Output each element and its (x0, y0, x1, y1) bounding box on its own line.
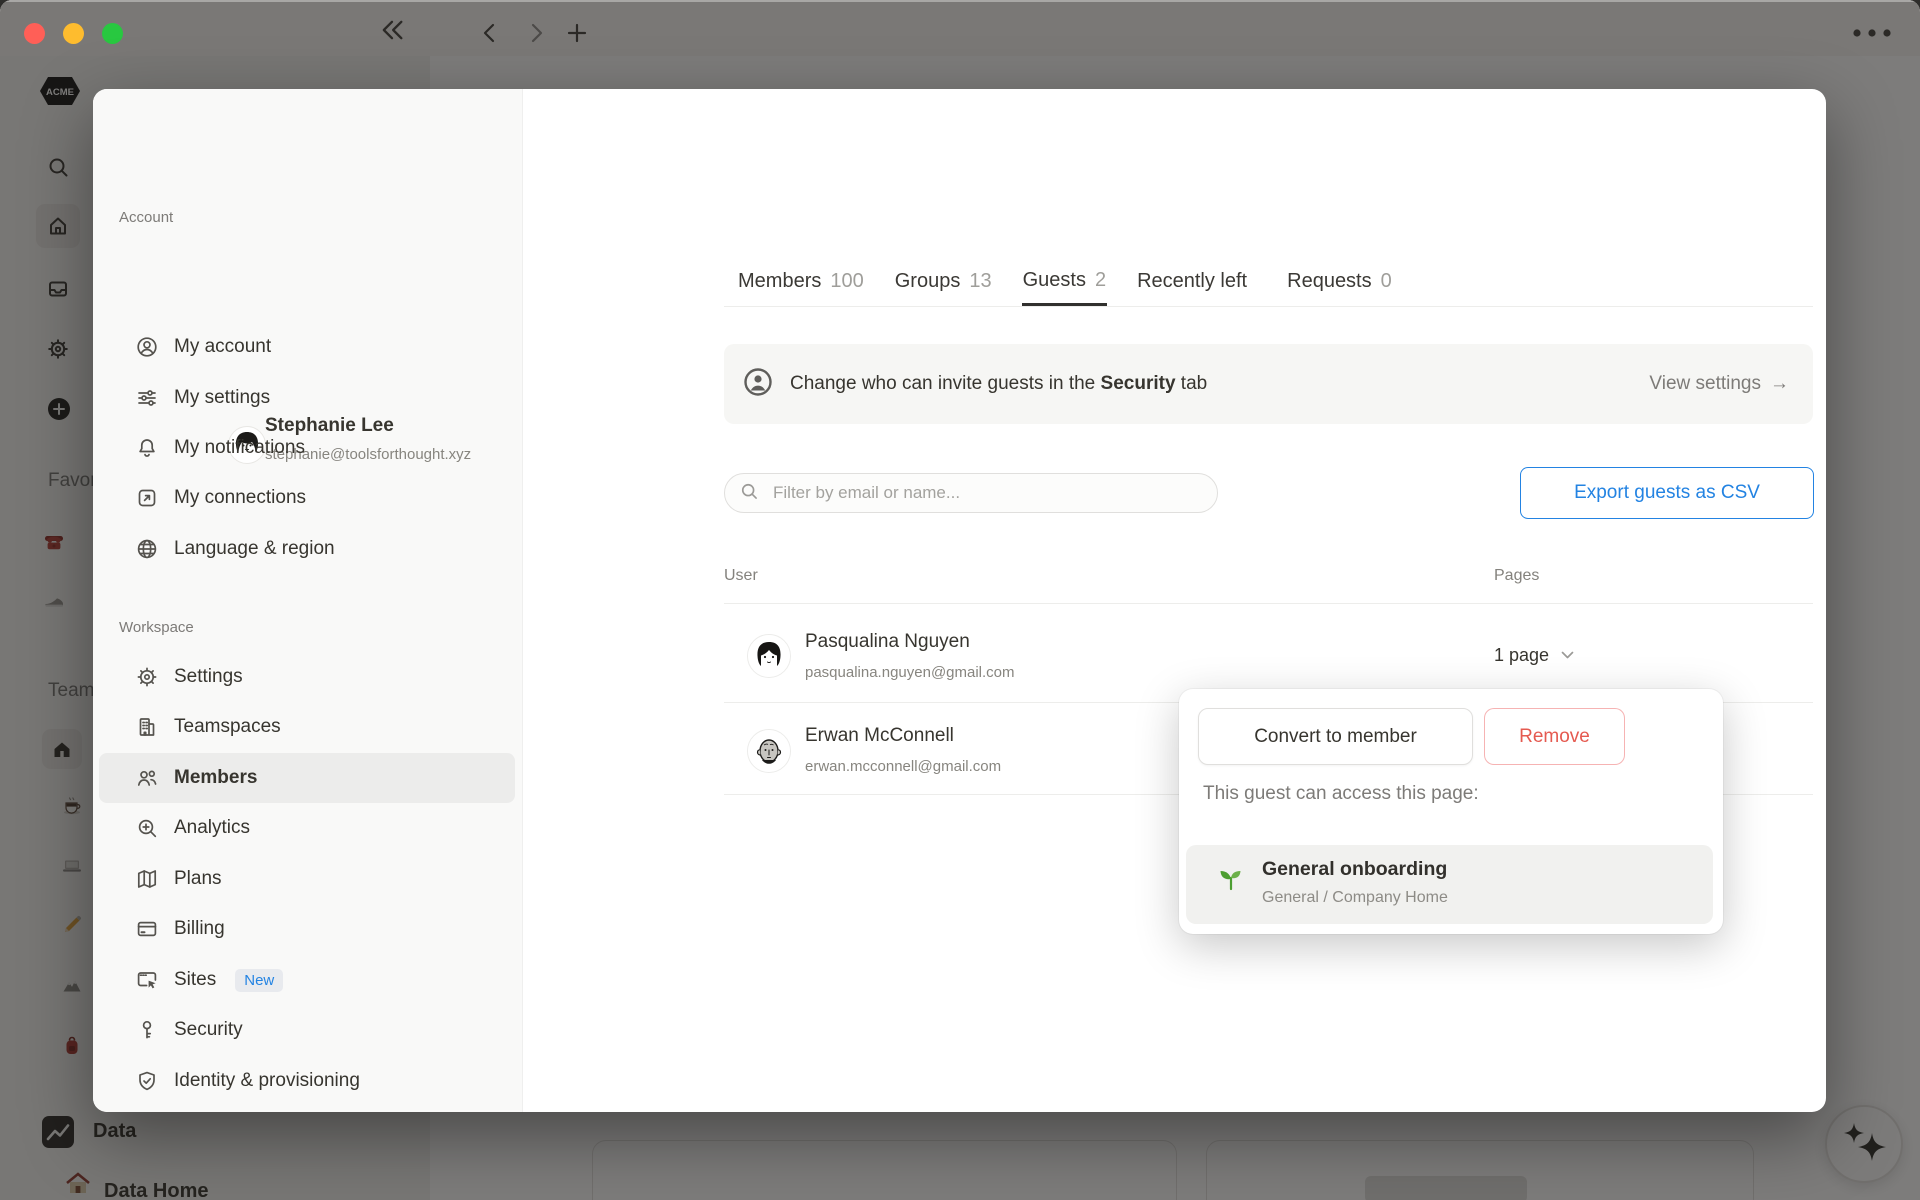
tab-groups[interactable]: Groups 13 (894, 239, 993, 306)
bell-icon (135, 436, 159, 460)
sidebar-item-label: Members (174, 767, 258, 788)
person-circle-icon (135, 335, 159, 359)
new-badge: New (235, 968, 284, 992)
tab-guests[interactable]: Guests 2 (1021, 239, 1108, 306)
chart-search-icon (135, 816, 159, 840)
guest-filter-input[interactable] (771, 482, 1171, 504)
workspace-section-header: Workspace (119, 619, 194, 636)
column-header-user: User (724, 567, 758, 584)
minimize-button[interactable] (63, 23, 84, 44)
key-icon (135, 1018, 159, 1042)
sidebar-item-my-settings[interactable]: My settings (99, 373, 515, 423)
page-title: General onboarding (1262, 858, 1448, 880)
sidebar-item-plans[interactable]: Plans (99, 854, 515, 904)
column-header-pages: Pages (1494, 567, 1540, 584)
sidebar-item-settings[interactable]: Settings (99, 652, 515, 702)
account-user-row[interactable]: Stephanie Lee stephanie@toolsforthought.… (93, 249, 523, 464)
account-section-header: Account (119, 209, 174, 226)
sidebar-item-label: Plans (174, 868, 222, 889)
sidebar-item-label: My settings (174, 387, 271, 408)
sidebar-item-my-connections[interactable]: My connections (99, 473, 515, 523)
sidebar-item-label: Settings (174, 666, 243, 687)
view-settings-link[interactable]: View settings → (1649, 373, 1789, 395)
sliders-icon (135, 386, 159, 410)
globe-icon (135, 537, 159, 561)
credit-card-icon (135, 917, 159, 941)
sidebar-item-label: Identity & provisioning (174, 1070, 360, 1091)
screen: ACME Favorites Teamspaces (0, 0, 1920, 1200)
sidebar-item-label: Teamspaces (174, 716, 281, 737)
pages-dropdown[interactable]: 1 page (1494, 645, 1574, 666)
members-tabs: Members 100 Groups 13 Guests 2 Recently lef… (724, 239, 1813, 307)
browser-cursor-icon (135, 968, 159, 992)
sidebar-item-my-account[interactable]: My account (99, 322, 515, 372)
avatar (747, 729, 791, 773)
convert-to-member-button[interactable]: Convert to member (1198, 708, 1473, 765)
close-button[interactable] (24, 23, 45, 44)
sidebar-item-label: My connections (174, 487, 307, 508)
arrow-right-icon: → (1770, 373, 1789, 394)
sidebar-item-label: Billing (174, 918, 225, 939)
sidebar-item-sites[interactable]: Sites New (99, 955, 515, 1005)
shield-check-icon (135, 1069, 159, 1093)
page-path: General / Company Home (1262, 889, 1448, 906)
seedling-icon (1216, 863, 1246, 898)
gear-icon (135, 665, 159, 689)
sidebar-item-security[interactable]: Security (99, 1005, 515, 1055)
avatar (747, 634, 791, 678)
external-link-icon (135, 486, 159, 510)
window-top-edge (0, 0, 1920, 2)
sidebar-item-my-notifications[interactable]: My notifications (99, 423, 515, 473)
sidebar-item-label: Security (174, 1019, 243, 1040)
guest-filter (724, 473, 1218, 513)
table-divider (724, 603, 1813, 604)
fullscreen-button[interactable] (102, 23, 123, 44)
sidebar-item-language-region[interactable]: Language & region (99, 524, 515, 574)
sidebar-item-label: My account (174, 336, 272, 357)
guest-actions-popover: Convert to member Remove This guest can … (1179, 689, 1723, 934)
building-icon (135, 715, 159, 739)
chevron-down-icon (1561, 651, 1574, 659)
tab-recently-left[interactable]: Recently left (1136, 239, 1257, 306)
search-icon (739, 481, 759, 506)
guests-info-banner: Change who can invite guests in the Secu… (724, 344, 1813, 424)
sidebar-item-label: My notifications (174, 437, 305, 458)
sidebar-item-teamspaces[interactable]: Teamspaces (99, 702, 515, 752)
remove-guest-button[interactable]: Remove (1484, 708, 1625, 765)
export-guests-button[interactable]: Export guests as CSV (1520, 467, 1814, 519)
person-badge-icon (742, 366, 774, 403)
people-icon (135, 766, 159, 790)
banner-text: Change who can invite guests in the Secu… (790, 373, 1208, 394)
sidebar-item-billing[interactable]: Billing (99, 904, 515, 954)
tab-requests[interactable]: Requests 0 (1286, 239, 1393, 306)
popover-caption: This guest can access this page: (1203, 783, 1479, 804)
sidebar-item-analytics[interactable]: Analytics (99, 803, 515, 853)
map-icon (135, 867, 159, 891)
settings-modal: Account Stephanie Lee stephanie@toolsfor… (93, 89, 1826, 1112)
settings-sidebar: Account Stephanie Lee stephanie@toolsfor… (93, 89, 523, 1112)
sidebar-item-members[interactable]: Members (99, 753, 515, 803)
tab-members[interactable]: Members 100 (737, 239, 865, 306)
sidebar-item-label: Language & region (174, 538, 335, 559)
sidebar-item-label: Analytics (174, 817, 251, 838)
sidebar-item-identity-provisioning[interactable]: Identity & provisioning (99, 1056, 515, 1106)
sidebar-item-label: Sites (174, 969, 217, 990)
sidebar-item-content-search[interactable]: Content search (99, 1106, 515, 1112)
accessible-page-item[interactable]: General onboarding General / Company Hom… (1186, 845, 1713, 924)
